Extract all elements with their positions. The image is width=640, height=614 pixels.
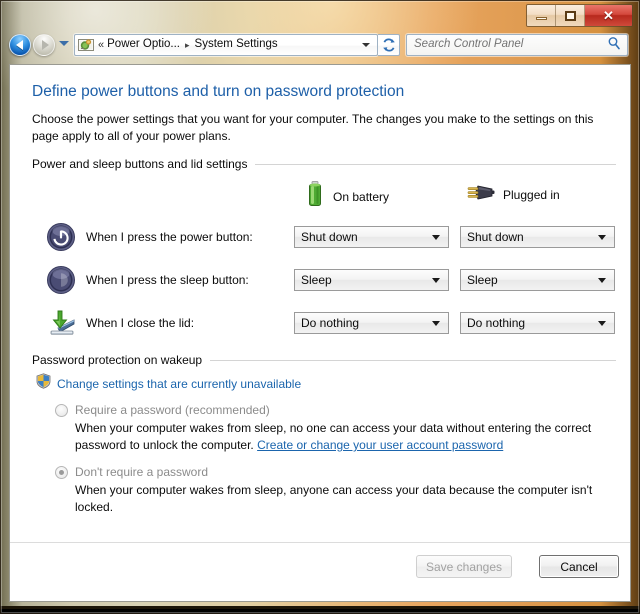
minimize-button[interactable] <box>527 5 556 26</box>
radio-button-require-password[interactable] <box>55 403 68 417</box>
window-bottom-edge <box>0 609 640 614</box>
forward-button[interactable] <box>33 34 55 56</box>
dialog-footer: Save changes Cancel <box>10 542 630 601</box>
radio-description-require-password: When your computer wakes from sleep, no … <box>75 420 620 454</box>
setting-label-power-button: When I press the power button: <box>86 230 253 244</box>
radio-description-dont-require-password: When your computer wakes from sleep, any… <box>75 483 593 514</box>
save-changes-button[interactable]: Save changes <box>416 555 512 578</box>
column-label-on-battery: On battery <box>333 189 390 204</box>
column-header-plugged-in: Plugged in <box>465 181 560 208</box>
maximize-icon <box>564 10 576 21</box>
close-icon: ✕ <box>603 8 614 23</box>
combo-value: Shut down <box>467 230 524 244</box>
section-divider <box>255 163 616 165</box>
search-placeholder: Search Control Panel <box>414 38 524 51</box>
navigation-bar: « Power Optio... ▸ System Settings Searc… <box>0 30 640 60</box>
radio-label-dont-require-password: Don't require a password <box>75 465 209 479</box>
combo-power-button-on-battery[interactable]: Shut down <box>294 226 449 248</box>
password-section-heading: Password protection on wakeup <box>32 353 616 367</box>
combo-value: Do nothing <box>467 316 526 330</box>
change-settings-link[interactable]: Change settings that are currently unava… <box>36 373 301 394</box>
address-bar[interactable]: « Power Optio... ▸ System Settings <box>74 34 378 56</box>
combo-value: Do nothing <box>301 316 360 330</box>
combo-power-button-plugged-in[interactable]: Shut down <box>460 226 615 248</box>
section-divider <box>210 359 616 361</box>
breadcrumb-power-options[interactable]: Power Optio... <box>107 39 180 51</box>
minimize-icon <box>535 17 547 20</box>
close-lid-icon <box>46 308 76 338</box>
breadcrumb-separator-icon: ▸ <box>185 39 190 50</box>
close-button[interactable]: ✕ <box>585 5 632 26</box>
combo-value: Sleep <box>467 273 498 287</box>
recent-pages-button[interactable] <box>59 41 69 46</box>
power-plug-icon <box>465 181 495 208</box>
sleep-button-icon <box>46 265 76 295</box>
control-panel-icon <box>78 37 94 53</box>
maximize-button[interactable] <box>556 5 585 26</box>
client-area: Define power buttons and turn on passwor… <box>9 64 631 602</box>
combo-close-lid-on-battery[interactable]: Do nothing <box>294 312 449 334</box>
power-section-heading: Power and sleep buttons and lid settings <box>32 157 616 171</box>
password-section-heading-label: Password protection on wakeup <box>32 353 203 367</box>
combo-sleep-button-on-battery[interactable]: Sleep <box>294 269 449 291</box>
page-title: Define power buttons and turn on passwor… <box>32 83 405 100</box>
search-input[interactable]: Search Control Panel <box>406 34 628 56</box>
combo-sleep-button-plugged-in[interactable]: Sleep <box>460 269 615 291</box>
radio-option-dont-require-password[interactable]: Don't require a password When your compu… <box>55 465 610 516</box>
setting-row-power-button: When I press the power button: Shut down… <box>32 223 616 251</box>
chevron-down-icon <box>598 234 606 240</box>
refresh-icon <box>382 38 395 52</box>
battery-icon <box>305 181 325 212</box>
breadcrumb-overflow-icon[interactable]: « <box>98 39 104 51</box>
setting-row-close-lid: When I close the lid: Do nothing Do noth… <box>32 310 616 335</box>
back-button[interactable] <box>9 34 31 56</box>
radio-label-require-password: Require a password (recommended) <box>75 403 270 417</box>
cancel-button[interactable]: Cancel <box>539 555 619 578</box>
power-button-icon <box>46 222 76 252</box>
caption-button-group: ✕ <box>526 4 633 27</box>
refresh-button[interactable] <box>378 34 400 56</box>
breadcrumb-system-settings[interactable]: System Settings <box>195 39 278 51</box>
search-icon <box>607 36 621 54</box>
chevron-down-icon <box>432 277 440 283</box>
setting-label-close-lid: When I close the lid: <box>86 316 195 330</box>
window-frame: ✕ « Power Optio... ▸ System Settings Sea… <box>0 0 640 614</box>
combo-value: Shut down <box>301 230 358 244</box>
setting-label-sleep-button: When I press the sleep button: <box>86 273 249 287</box>
change-settings-label: Change settings that are currently unava… <box>57 376 302 391</box>
chevron-down-icon <box>432 320 440 326</box>
create-change-password-link[interactable]: Create or change your user account passw… <box>257 438 503 452</box>
setting-row-sleep-button: When I press the sleep button: Sleep Sle… <box>32 266 616 294</box>
back-arrow-icon <box>15 40 23 50</box>
address-dropdown-icon[interactable] <box>362 43 370 47</box>
radio-button-dont-require-password[interactable] <box>55 465 68 479</box>
radio-option-require-password[interactable]: Require a password (recommended) When yo… <box>55 403 610 454</box>
chevron-down-icon <box>432 234 440 240</box>
column-header-on-battery: On battery <box>305 181 389 212</box>
power-section-heading-label: Power and sleep buttons and lid settings <box>32 157 248 171</box>
forward-arrow-icon <box>41 40 49 50</box>
combo-value: Sleep <box>301 273 332 287</box>
settings-content: Define power buttons and turn on passwor… <box>10 65 630 543</box>
chevron-down-icon <box>598 320 606 326</box>
uac-shield-icon <box>36 373 51 394</box>
column-label-plugged-in: Plugged in <box>503 187 560 202</box>
page-description: Choose the power settings that you want … <box>32 112 594 143</box>
combo-close-lid-plugged-in[interactable]: Do nothing <box>460 312 615 334</box>
chevron-down-icon <box>598 277 606 283</box>
